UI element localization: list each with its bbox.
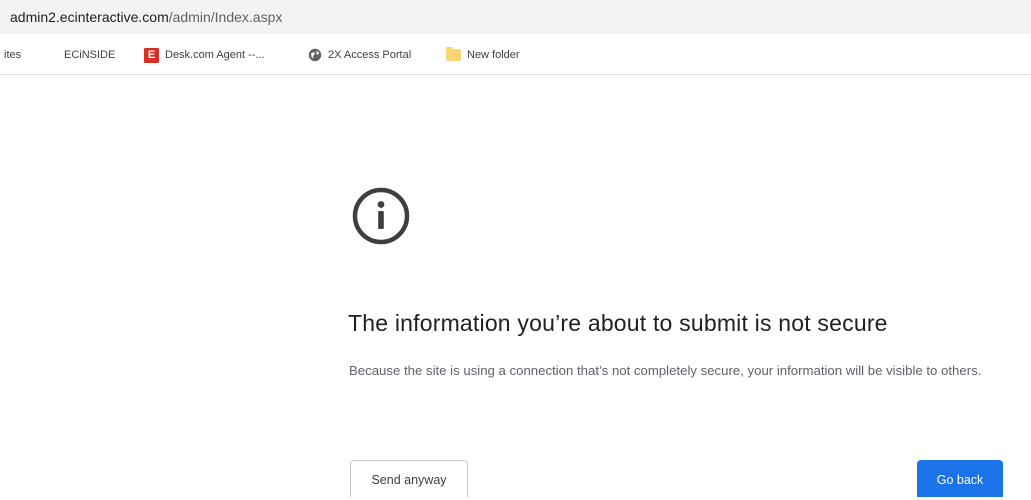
bookmark-desk-agent[interactable]: E Desk.com Agent --... xyxy=(144,46,265,64)
address-bar[interactable]: admin2.ecinteractive.com/admin/Index.asp… xyxy=(0,0,1031,34)
url-text[interactable]: admin2.ecinteractive.com/admin/Index.asp… xyxy=(10,9,282,25)
bookmark-2x-access-portal[interactable]: 2X Access Portal xyxy=(308,46,411,64)
url-path: /admin/Index.aspx xyxy=(168,9,283,25)
bookmark-new-folder[interactable]: New folder xyxy=(446,46,520,64)
go-back-button[interactable]: Go back xyxy=(917,460,1003,497)
bookmark-sites[interactable]: ites xyxy=(4,46,21,64)
globe-icon xyxy=(308,48,322,62)
dialog-body: Because the site is using a connection t… xyxy=(349,363,982,378)
bookmark-ecinside[interactable]: ECiNSIDE xyxy=(44,46,115,64)
send-anyway-button[interactable]: Send anyway xyxy=(350,460,468,497)
folder-icon xyxy=(446,47,461,61)
desk-e-icon: E xyxy=(144,47,159,63)
url-host: admin2.ecinteractive.com xyxy=(10,9,169,25)
bookmark-label: 2X Access Portal xyxy=(328,49,412,61)
dialog-title: The information you’re about to submit i… xyxy=(348,310,888,336)
bookmark-label: ites xyxy=(4,49,22,61)
bookmark-label: Desk.com Agent --... xyxy=(165,49,265,61)
bookmark-label: ECiNSIDE xyxy=(64,49,116,61)
windows-logo-icon xyxy=(44,48,58,62)
info-circle-icon xyxy=(352,187,410,245)
bookmarks-bar: ites ECiNSIDE E Desk.com Agent --... 2X … xyxy=(0,34,1031,75)
bookmark-label: New folder xyxy=(467,49,520,61)
